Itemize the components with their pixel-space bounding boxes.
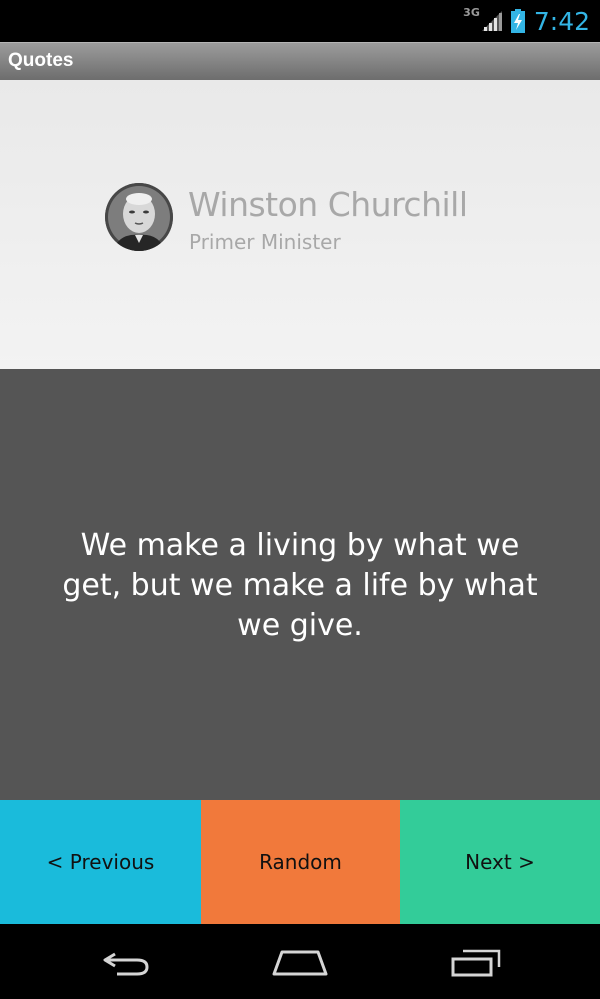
quote-panel: We make a living by what we get, but we … [0,369,600,800]
back-icon[interactable] [90,942,160,982]
quote-text: We make a living by what we get, but we … [62,528,538,643]
signal-icon [481,10,503,32]
recent-apps-icon[interactable] [440,942,510,982]
network-type-label: 3G [463,5,480,19]
random-button[interactable]: Random [201,800,400,924]
author-name: Winston Churchill [188,185,468,224]
action-bar: Quotes [0,42,600,80]
next-button[interactable]: Next > [400,800,600,924]
status-clock: 7:42 [533,6,590,36]
system-navigation-bar [0,924,600,999]
phone-screen: 3G 7:42 Quotes Winston Churchill Primer … [0,0,600,999]
previous-button[interactable]: < Previous [0,800,201,924]
author-header: Winston Churchill Primer Minister [0,80,600,369]
app-title: Quotes [8,50,74,71]
home-icon[interactable] [265,942,335,982]
status-icons: 3G 7:42 [463,0,590,42]
status-bar: 3G 7:42 [0,0,600,42]
author-avatar [105,183,173,251]
quote-navigation: < Previous Random Next > [0,800,600,924]
author-role: Primer Minister [189,230,341,254]
battery-charging-icon [510,9,525,33]
